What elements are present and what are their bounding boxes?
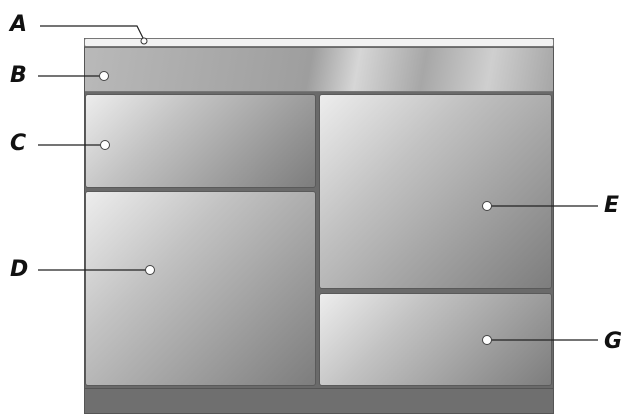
window-layout-diagram: A B C D E G bbox=[0, 0, 629, 420]
label-a: A bbox=[10, 12, 28, 37]
marker-dot-g bbox=[482, 335, 492, 345]
leader-line-a bbox=[40, 25, 145, 41]
marker-dot-d bbox=[145, 265, 155, 275]
leader-lines bbox=[38, 25, 598, 345]
marker-dot-e bbox=[482, 201, 492, 211]
marker-dot-a bbox=[140, 37, 148, 45]
label-d: D bbox=[10, 257, 29, 282]
label-e: E bbox=[604, 193, 620, 218]
label-g: G bbox=[604, 329, 623, 354]
marker-dot-b bbox=[99, 71, 109, 81]
marker-dot-c bbox=[100, 140, 110, 150]
label-c: C bbox=[10, 131, 27, 156]
label-b: B bbox=[10, 63, 27, 88]
